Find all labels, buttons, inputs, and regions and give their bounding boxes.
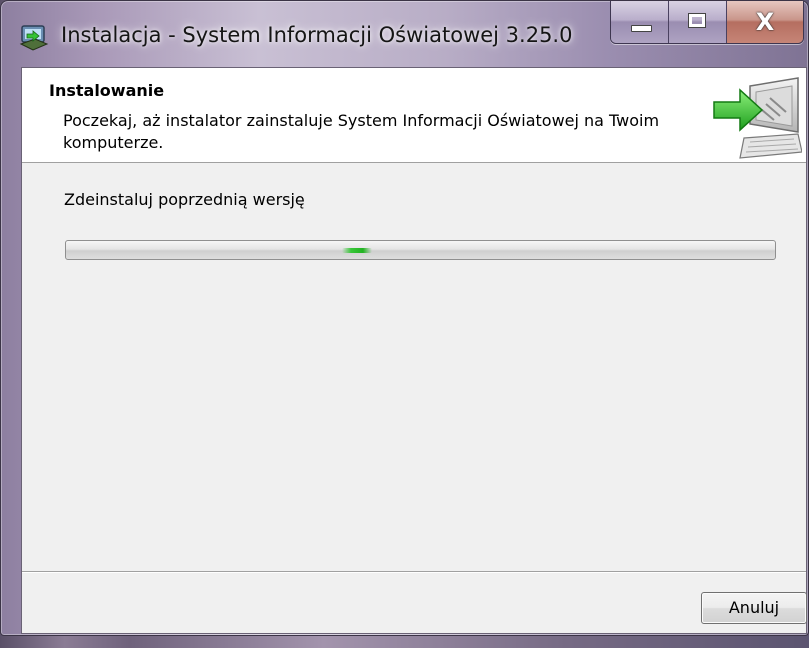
maximize-icon xyxy=(688,13,706,28)
cancel-button[interactable]: Anuluj xyxy=(701,592,807,624)
page-title: Instalowanie xyxy=(49,81,165,100)
window-title: Instalacja - System Informacji Oświatowe… xyxy=(61,23,573,47)
page-description: Poczekaj, aż instalator zainstaluje Syst… xyxy=(63,111,660,152)
installer-app-icon xyxy=(19,25,49,51)
close-button[interactable]: X xyxy=(727,1,803,43)
minimize-icon xyxy=(631,25,652,32)
close-icon: X xyxy=(755,8,775,36)
footer-separator xyxy=(22,571,806,573)
minimize-button[interactable] xyxy=(611,1,669,43)
progress-indicator xyxy=(342,248,372,253)
wizard-client-area: Instalowanie Poczekaj, aż instalator zai… xyxy=(21,67,807,634)
computer-install-arrow-icon xyxy=(713,77,802,159)
wizard-header: Instalowanie Poczekaj, aż instalator zai… xyxy=(22,68,806,163)
maximize-button[interactable] xyxy=(669,1,727,43)
installer-window: Instalacja - System Informacji Oświatowe… xyxy=(0,0,809,636)
title-bar[interactable]: Instalacja - System Informacji Oświatowe… xyxy=(1,1,808,67)
status-text: Zdeinstaluj poprzednią wersję xyxy=(64,190,305,209)
progress-bar xyxy=(65,240,776,260)
caption-buttons: X xyxy=(610,1,804,44)
